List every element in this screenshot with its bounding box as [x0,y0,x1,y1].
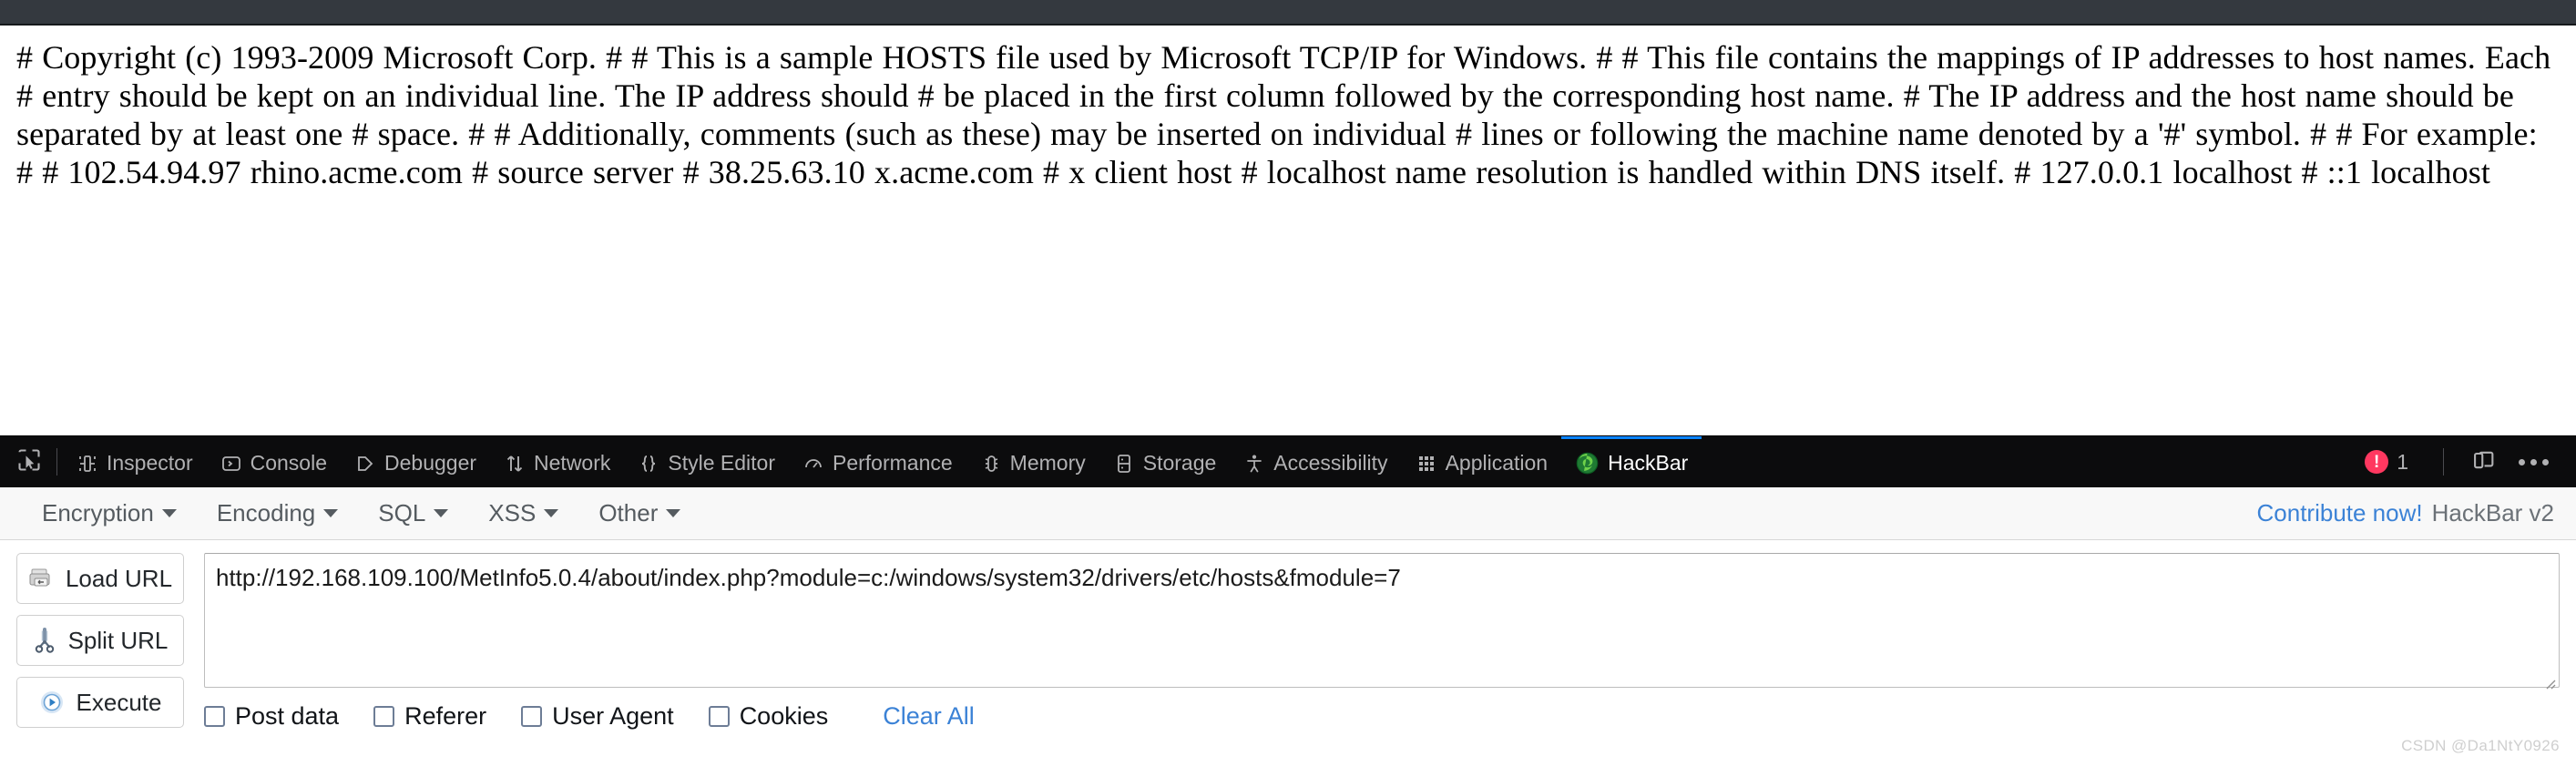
devtools-tab-label: Style Editor [668,451,775,475]
error-badge-icon: ! [2365,450,2389,474]
url-input[interactable] [204,553,2560,688]
hackbar-menu-label: Encryption [42,499,154,527]
toolbar-divider [2443,448,2444,476]
checkbox-label: User Agent [552,702,674,730]
hackbar-menu-encoding[interactable]: Encoding [197,499,358,527]
devtools-toolbar-right: ! 1 [2365,436,2576,487]
page-content: # Copyright (c) 1993-2009 Microsoft Corp… [0,26,2576,435]
contribute-link[interactable]: Contribute now! [2257,499,2423,527]
chevron-down-icon [666,509,681,517]
load-url-button[interactable]: Load URL [16,553,184,604]
hackbar-menubar-right: Contribute now! HackBar v2 [2257,499,2555,527]
hackbar-main-panel: Post data Referer User Agent Cookies Cle… [204,553,2560,761]
element-picker-button[interactable] [5,436,56,487]
devtools-tab-inspector[interactable]: Inspector [63,436,207,487]
browser-chrome-strip [0,0,2576,26]
devtools-tab-label: HackBar [1608,451,1689,475]
devtools-tab-label: Debugger [384,451,477,475]
hackbar-body: Load URL Split URL Execute http://192.16… [0,540,2576,761]
application-icon [1416,453,1437,475]
hackbar-button-label: Load URL [65,564,173,592]
hackbar-menubar: Encryption Encoding SQL XSS Other Contri… [0,487,2576,540]
error-count-value: 1 [2397,449,2408,474]
devtools-tab-label: Storage [1142,451,1217,475]
devtools-tab-hackbar[interactable]: HackBar [1561,436,1702,487]
post-data-checkbox[interactable]: Post data [204,702,339,731]
referer-checkbox[interactable]: Referer [373,702,486,731]
hackbar-options-row: Post data Referer User Agent Cookies Cle… [204,702,2560,731]
devtools-tab-console[interactable]: Console [207,436,341,487]
devtools-tab-label: Network [534,451,611,475]
devtools-tab-label: Memory [1009,451,1086,475]
devtools-more-options-button[interactable] [2508,458,2560,465]
devtools-tab-label: Performance [833,451,953,475]
storage-icon [1113,453,1135,475]
devtools-tab-debugger[interactable]: Debugger [341,436,490,487]
debugger-icon [354,453,376,475]
meatball-menu-icon [2519,458,2549,465]
checkbox-label: Cookies [739,702,829,730]
clear-all-link[interactable]: Clear All [883,702,975,731]
hackbar-menu-label: SQL [378,499,426,527]
hackbar-menu-label: XSS [488,499,537,527]
watermark: CSDN @Da1NtY0926 [2401,737,2560,754]
checkbox-label: Post data [235,702,340,730]
devtools-tab-application[interactable]: Application [1402,436,1562,487]
load-url-icon [28,567,54,590]
devtools-tab-performance[interactable]: Performance [789,436,966,487]
checkbox-box [708,706,730,727]
split-url-scissors-icon [33,628,56,653]
devtools-tab-label: Inspector [107,451,193,475]
chevron-down-icon [323,509,339,517]
hosts-file-text: # Copyright (c) 1993-2009 Microsoft Corp… [16,39,2551,191]
devtools-tab-storage[interactable]: Storage [1099,436,1231,487]
memory-icon [980,453,1002,475]
toolbar-divider [56,448,57,476]
accessibility-icon [1243,453,1265,475]
split-url-button[interactable]: Split URL [16,615,184,666]
devtools-tab-label: Accessibility [1273,451,1388,475]
hackbar-menu-label: Other [598,499,659,527]
hackbar-version-label: HackBar v2 [2431,499,2554,527]
user-agent-checkbox[interactable]: User Agent [521,702,674,731]
hackbar-menu-sql[interactable]: SQL [358,499,468,527]
style-editor-icon [638,453,659,475]
chevron-down-icon [544,509,559,517]
console-icon [220,453,242,475]
responsive-design-mode-button[interactable] [2460,447,2508,477]
hackbar-action-buttons: Load URL Split URL Execute [16,553,184,761]
chevron-down-icon [434,509,449,517]
devtools-tab-accessibility[interactable]: Accessibility [1230,436,1401,487]
checkbox-label: Referer [404,702,487,730]
network-icon [504,453,526,475]
devtools-tab-memory[interactable]: Memory [966,436,1099,487]
hackbar-menu-label: Encoding [216,499,316,527]
inspector-icon [77,453,98,475]
execute-button[interactable]: Execute [16,677,184,728]
devtools-tab-style-editor[interactable]: Style Editor [624,436,789,487]
element-picker-icon [16,447,42,477]
hackbar-firefox-icon [1575,451,1600,476]
hackbar-menu-xss[interactable]: XSS [468,499,578,527]
devtools-tab-network[interactable]: Network [490,436,624,487]
execute-play-icon [39,690,65,715]
hackbar-menu-encryption[interactable]: Encryption [22,499,197,527]
chevron-down-icon [161,509,177,517]
checkbox-box [373,706,395,727]
hackbar-menu-other[interactable]: Other [578,499,700,527]
devtools-tab-label: Application [1445,451,1549,475]
checkbox-box [204,706,225,727]
devtools-tabbar: Inspector Console Debugger Network Style… [0,435,2576,487]
responsive-design-mode-icon [2471,447,2497,477]
devtools-tab-label: Console [250,451,327,475]
performance-icon [802,453,824,475]
hackbar-button-label: Execute [76,688,162,716]
checkbox-box [521,706,543,727]
cookies-checkbox[interactable]: Cookies [708,702,829,731]
error-count-badge[interactable]: ! 1 [2365,450,2408,475]
hackbar-button-label: Split URL [67,626,169,654]
